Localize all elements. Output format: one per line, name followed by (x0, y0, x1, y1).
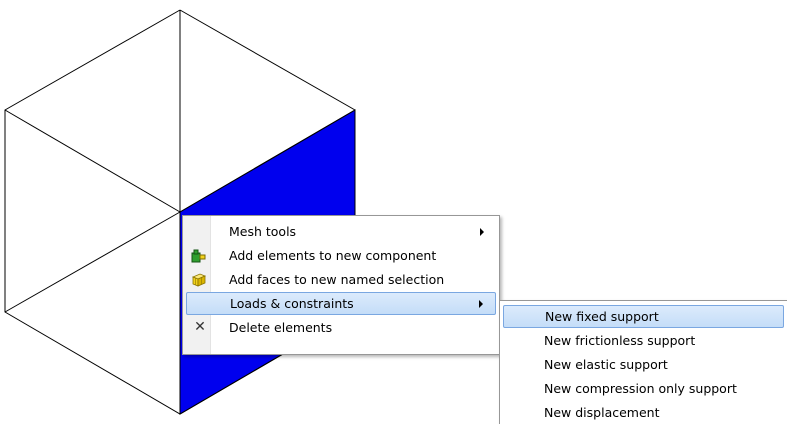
submenu-item-new-compression-only-support[interactable]: New compression only support (503, 377, 784, 400)
submenu-item-new-elastic-support[interactable]: New elastic support (503, 353, 784, 376)
menu-item-add-elements-to-new-component[interactable]: Add elements to new component (186, 244, 496, 267)
menu-item-add-faces-to-new-named-selection[interactable]: Add faces to new named selection (186, 268, 496, 291)
menu-item-label: Delete elements (229, 320, 333, 335)
component-puzzle-icon (191, 249, 206, 263)
loads-constraints-submenu: New fixed support New frictionless suppo… (499, 300, 787, 424)
submenu-item-new-fixed-support[interactable]: New fixed support (503, 305, 784, 328)
menu-item-label: Loads & constraints (230, 296, 354, 311)
delete-x-icon: ✕ (194, 319, 206, 335)
submenu-item-label: New frictionless support (544, 333, 696, 348)
menu-item-label: Add faces to new named selection (229, 272, 445, 287)
context-menu: Mesh tools Add elements to new component… (182, 215, 500, 355)
named-selection-cube-icon (191, 273, 207, 287)
menu-item-delete-elements[interactable]: ✕ Delete elements (186, 316, 496, 339)
submenu-item-new-frictionless-support[interactable]: New frictionless support (503, 329, 784, 352)
submenu-arrow-icon (480, 228, 484, 236)
submenu-item-label: New elastic support (544, 357, 668, 372)
submenu-item-new-displacement[interactable]: New displacement (503, 401, 784, 424)
menu-item-loads-and-constraints[interactable]: Loads & constraints (186, 292, 496, 315)
menu-item-label: Add elements to new component (229, 248, 437, 263)
menu-item-mesh-tools[interactable]: Mesh tools (186, 220, 496, 243)
submenu-arrow-icon (479, 300, 483, 308)
submenu-item-label: New displacement (544, 405, 660, 420)
menu-item-label: Mesh tools (229, 224, 297, 239)
submenu-item-label: New fixed support (545, 309, 659, 324)
submenu-item-label: New compression only support (544, 381, 737, 396)
